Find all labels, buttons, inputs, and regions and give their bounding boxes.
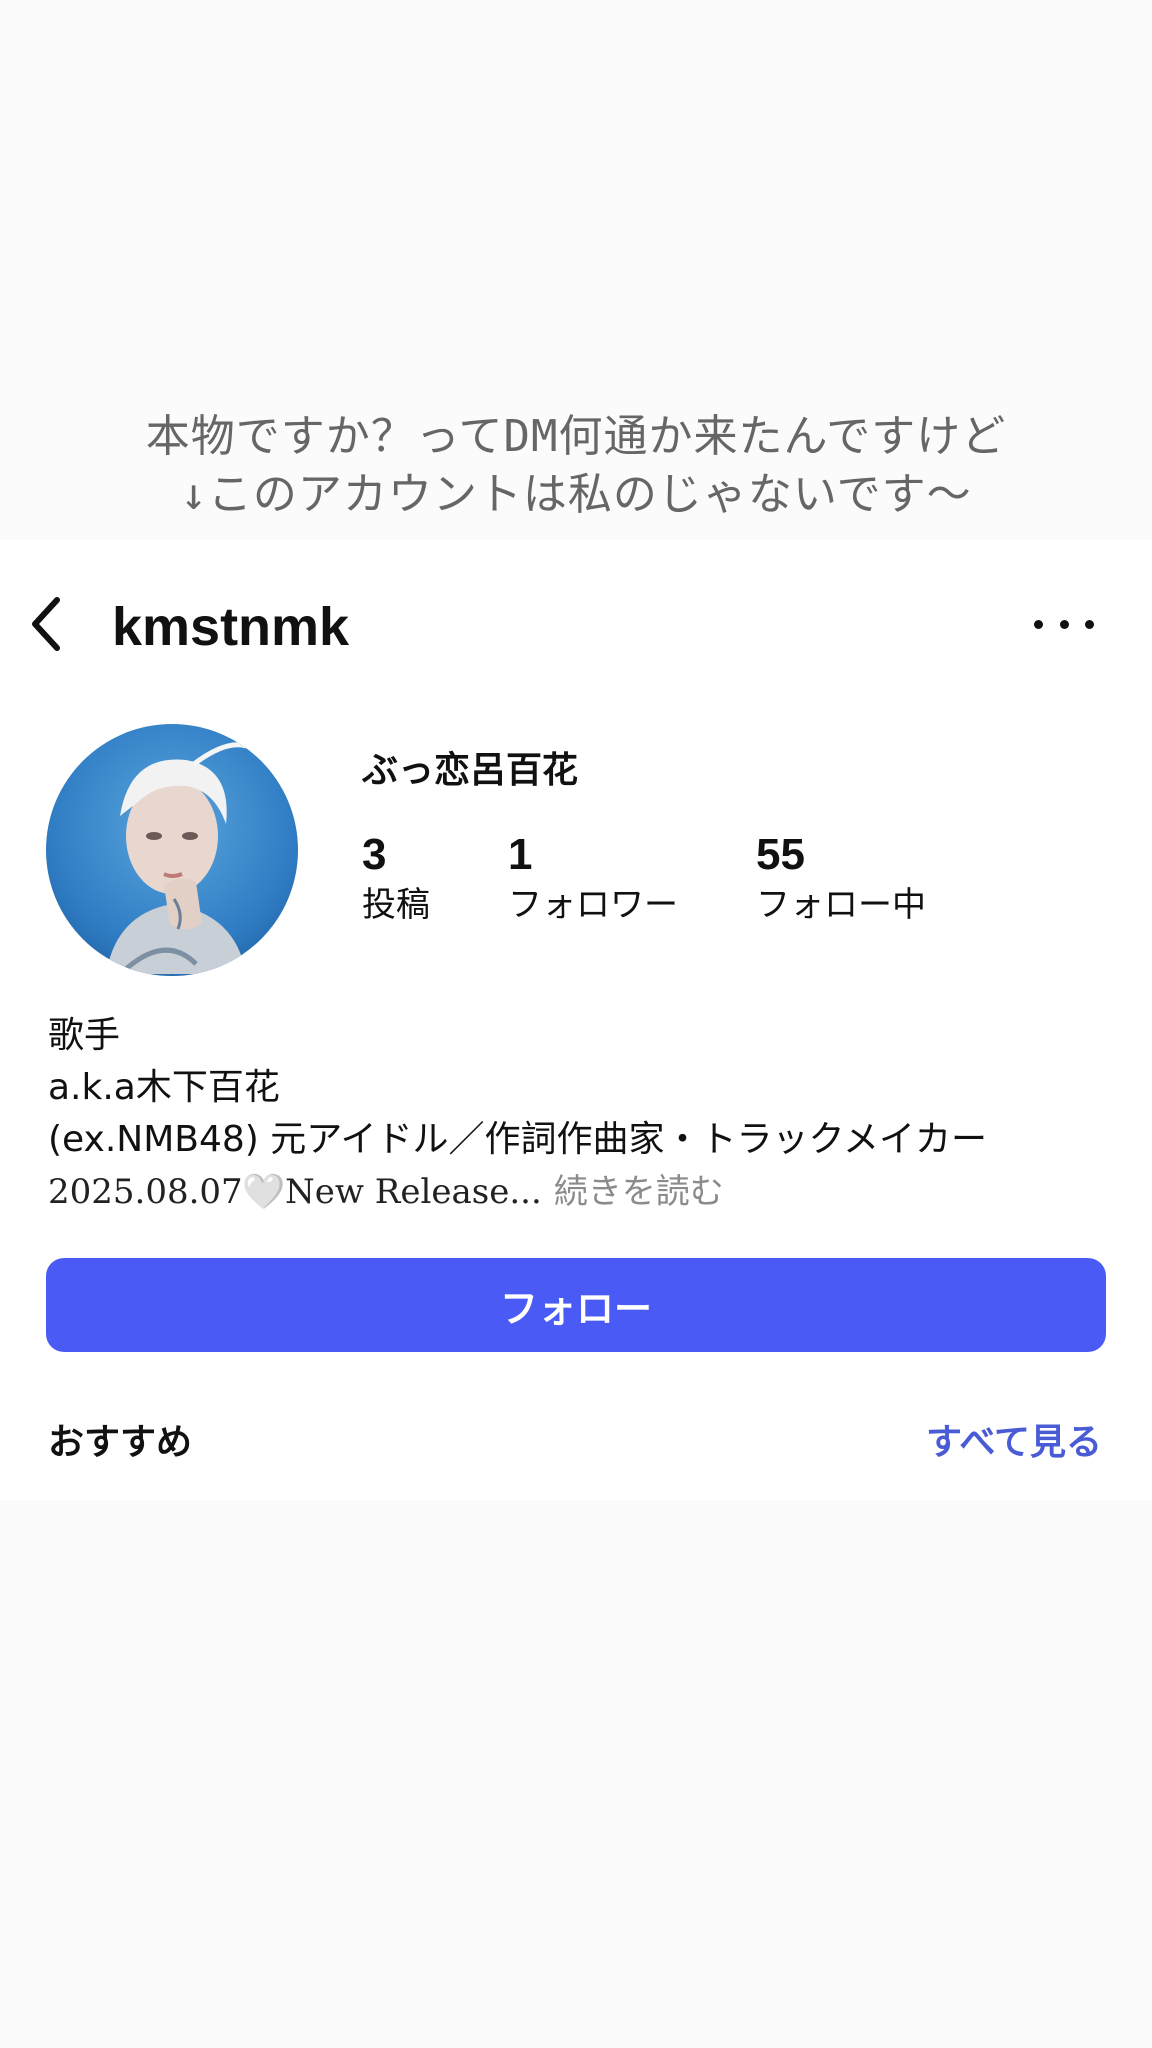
release-text: New Release... [285, 1172, 542, 1212]
bio-line: a.k.a木下百花 [48, 1067, 280, 1108]
stat-label: 投稿 [362, 885, 430, 925]
caption-line-2: ↓このアカウントは私のじゃないです～ [180, 469, 972, 520]
stat-value: 1 [508, 830, 533, 879]
followers-count[interactable]: 1 フォロワー [508, 830, 678, 928]
profile-username: kmstnmk [112, 597, 350, 657]
avatar-image [46, 724, 298, 976]
stat-value: 55 [756, 830, 805, 879]
profile-card: kmstnmk ぶっ恋呂百花 3 投稿 1 フォロワー 55 フォロー中 歌手 … [0, 540, 1152, 1500]
read-more-link[interactable]: 続きを読む [554, 1172, 724, 1212]
more-options-button[interactable] [1034, 604, 1094, 644]
back-button[interactable] [22, 597, 70, 651]
white-heart-icon: 🤍 [242, 1172, 286, 1212]
stat-label: フォロー中 [756, 885, 926, 925]
more-horizontal-icon [1034, 619, 1043, 629]
chevron-left-icon [32, 597, 60, 651]
bio-release-line: 2025.08.07🤍New Release... 続きを読む [48, 1166, 1108, 1218]
bio-line: (ex.NMB48) 元アイドル／作詞作曲家・トラックメイカー [48, 1119, 988, 1160]
story-caption: 本物ですか？ってDM何通か来たんですけど ↓このアカウントは私のじゃないです～ [0, 408, 1152, 524]
story-screen: 本物ですか？ってDM何通か来たんですけど ↓このアカウントは私のじゃないです～ … [0, 0, 1152, 2048]
stat-label: フォロワー [508, 885, 678, 925]
see-all-link[interactable]: すべて見る [926, 1420, 1102, 1466]
profile-header: kmstnmk [0, 540, 1152, 710]
posts-count[interactable]: 3 投稿 [362, 830, 430, 928]
bio-line: 歌手 [48, 1015, 121, 1056]
follow-button[interactable]: フォロー [46, 1258, 1106, 1352]
suggestions-title: おすすめ [48, 1422, 193, 1463]
avatar[interactable] [46, 724, 298, 976]
display-name: ぶっ恋呂百花 [362, 750, 579, 791]
caption-line-1: 本物ですか？ってDM何通か来たんですけど [145, 411, 1007, 462]
following-count[interactable]: 55 フォロー中 [756, 830, 926, 928]
profile-bio: 歌手 a.k.a木下百花 (ex.NMB48) 元アイドル／作詞作曲家・トラック… [48, 1010, 1108, 1218]
release-date: 2025.08.07 [48, 1172, 243, 1212]
stat-value: 3 [362, 830, 387, 879]
